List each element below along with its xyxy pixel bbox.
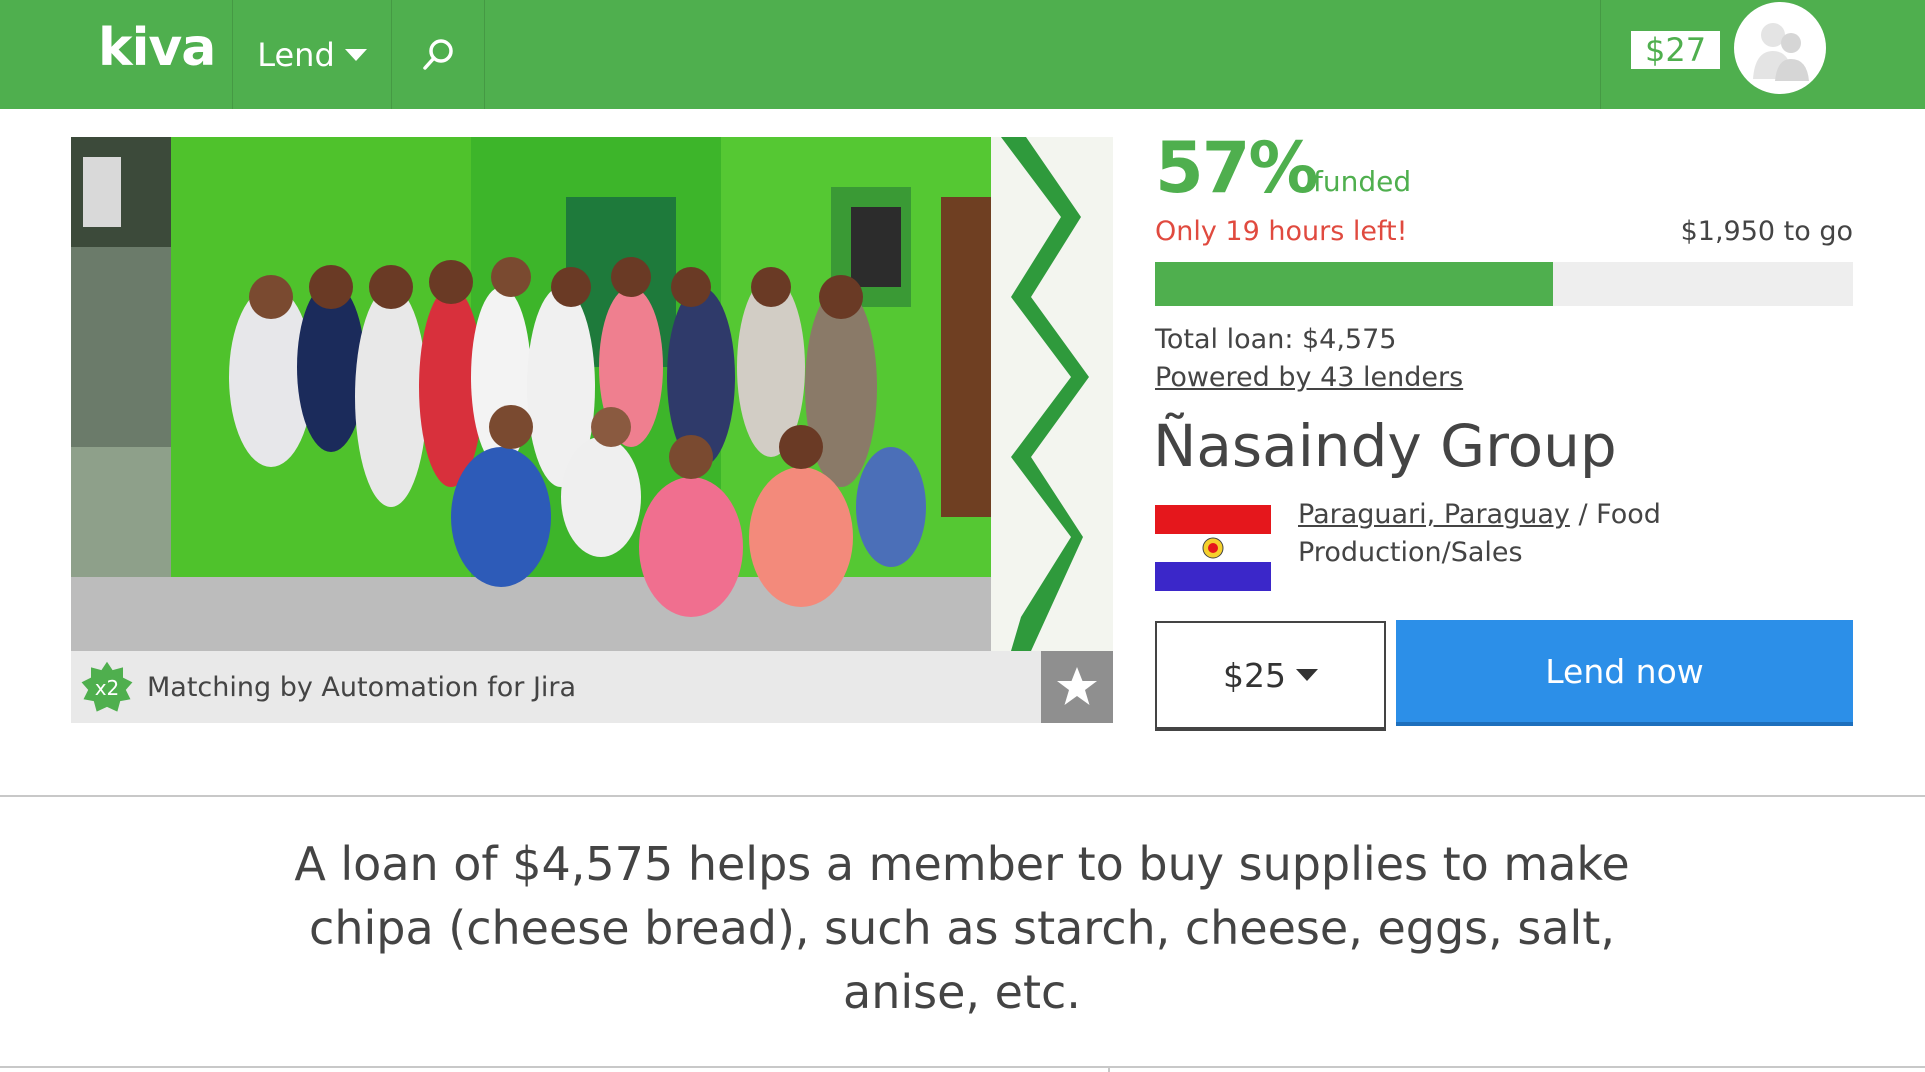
caret-down-icon — [344, 48, 367, 61]
loan-description: A loan of $4,575 helps a member to buy s… — [294, 837, 1630, 1019]
borrower-name: Ñasaindy Group — [1153, 412, 1617, 480]
kiva-logo[interactable]: kiva — [98, 18, 216, 78]
matching-bar: x2 Matching by Automation for Jira — [71, 651, 1041, 723]
borrower-photo: x2 Matching by Automation for Jira — [71, 137, 1113, 723]
matching-x2-badge-icon: x2 — [78, 658, 136, 715]
paraguay-flag-icon — [1155, 505, 1271, 591]
location-link[interactable]: Paraguari, Paraguay — [1298, 499, 1570, 530]
amount-to-go: $1,950 to go — [1680, 216, 1853, 247]
matching-badge-text: x2 — [95, 676, 120, 700]
funding-progress-fill — [1155, 262, 1553, 306]
nav-divider — [1600, 0, 1601, 109]
location-separator: / — [1569, 499, 1597, 530]
balance-badge[interactable]: $27 — [1631, 31, 1721, 69]
lend-now-button[interactable]: Lend now — [1396, 620, 1853, 726]
lend-menu-label: Lend — [257, 35, 335, 74]
lend-amount-value: $25 — [1223, 655, 1286, 695]
section-divider — [0, 795, 1925, 797]
search-icon — [423, 38, 453, 70]
star-icon — [1057, 667, 1097, 705]
group-photo-image — [71, 137, 1113, 651]
lend-amount-select[interactable]: $25 — [1155, 621, 1386, 731]
section-divider — [0, 1066, 1925, 1068]
funding-progress-bar — [1155, 262, 1853, 306]
user-avatar-icon — [1753, 23, 1809, 81]
favorite-button[interactable] — [1041, 651, 1113, 723]
top-nav: kiva Lend $27 — [0, 0, 1925, 109]
funded-percent: 57% — [1155, 127, 1319, 209]
matching-text: Matching by Automation for Jira — [147, 671, 577, 703]
user-avatar[interactable] — [1734, 2, 1826, 94]
lenders-link[interactable]: Powered by 43 lenders — [1155, 360, 1463, 396]
caret-down-icon — [1296, 669, 1318, 681]
column-divider — [1108, 1066, 1110, 1072]
lend-menu-button[interactable]: Lend — [233, 0, 391, 109]
nav-divider — [484, 0, 485, 109]
time-left-text: Only 19 hours left! — [1155, 216, 1408, 247]
location-sector: Paraguari, Paraguay / Food Production/Sa… — [1298, 496, 1718, 572]
search-button[interactable] — [392, 0, 484, 109]
total-loan: Total loan: $4,575 — [1155, 324, 1397, 355]
funded-label: funded — [1313, 165, 1412, 198]
